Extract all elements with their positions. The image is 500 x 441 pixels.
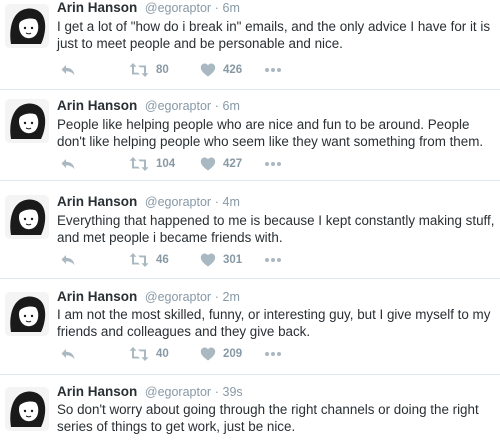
reply-icon bbox=[60, 62, 76, 78]
heart-icon bbox=[200, 62, 216, 78]
reply-button[interactable] bbox=[60, 252, 76, 268]
retweet-button[interactable]: 46 bbox=[129, 252, 169, 268]
tweet[interactable]: Arin Hanson @egoraptor · 6m People like … bbox=[0, 90, 500, 181]
user-name[interactable]: Arin Hanson bbox=[57, 98, 137, 113]
tweet-text: I get a lot of "how do i break in" email… bbox=[57, 19, 491, 51]
more-button[interactable] bbox=[264, 252, 282, 268]
timestamp[interactable]: 4m bbox=[223, 195, 240, 209]
avatar[interactable] bbox=[5, 4, 49, 48]
separator: · bbox=[214, 1, 219, 15]
more-button[interactable] bbox=[264, 346, 282, 362]
tweet-actions: 104 427 bbox=[57, 156, 497, 172]
tweet-header: Arin Hanson @egoraptor · 6m bbox=[57, 0, 240, 16]
tweet[interactable]: Arin Hanson @egoraptor · 39s So don't wo… bbox=[0, 375, 500, 441]
like-button[interactable]: 427 bbox=[200, 156, 242, 172]
avatar[interactable] bbox=[5, 99, 49, 143]
reply-button[interactable] bbox=[60, 346, 76, 362]
tweet-actions: 46 301 bbox=[57, 252, 497, 268]
reply-button[interactable] bbox=[60, 62, 76, 78]
tweet[interactable]: Arin Hanson @egoraptor · 4m Everything t… bbox=[0, 181, 500, 279]
like-count: 427 bbox=[223, 158, 243, 170]
tweet-actions: 40 209 bbox=[57, 346, 497, 362]
tweet-header: Arin Hanson @egoraptor · 39s bbox=[57, 384, 243, 400]
avatar[interactable] bbox=[5, 195, 49, 239]
retweet-icon bbox=[129, 252, 149, 268]
heart-icon bbox=[200, 252, 216, 268]
retweet-icon bbox=[129, 156, 149, 172]
user-name[interactable]: Arin Hanson bbox=[57, 289, 137, 304]
tweet-text: So don't worry about going through the r… bbox=[57, 402, 479, 434]
reply-icon bbox=[60, 252, 76, 268]
timeline: Arin Hanson @egoraptor · 6m I get a lot … bbox=[0, 0, 500, 441]
tweet-text: People like helping people who are nice … bbox=[57, 117, 484, 149]
avatar[interactable] bbox=[5, 292, 49, 336]
user-handle[interactable]: @egoraptor bbox=[145, 1, 211, 15]
avatar[interactable] bbox=[5, 387, 49, 431]
user-handle[interactable]: @egoraptor bbox=[145, 99, 211, 113]
heart-icon bbox=[200, 346, 216, 362]
user-name[interactable]: Arin Hanson bbox=[57, 194, 137, 209]
separator: · bbox=[214, 195, 219, 209]
like-button[interactable]: 426 bbox=[200, 62, 242, 78]
tweet[interactable]: Arin Hanson @egoraptor · 2m I am not the… bbox=[0, 279, 500, 375]
user-handle[interactable]: @egoraptor bbox=[145, 290, 211, 304]
like-count: 209 bbox=[223, 348, 243, 360]
more-icon bbox=[264, 351, 282, 357]
retweet-count: 104 bbox=[156, 158, 176, 170]
tweet-text: I am not the most skilled, funny, or int… bbox=[57, 307, 491, 339]
like-button[interactable]: 301 bbox=[200, 252, 242, 268]
tweet-header: Arin Hanson @egoraptor · 2m bbox=[57, 289, 240, 305]
like-count: 426 bbox=[223, 64, 243, 76]
retweet-icon bbox=[129, 346, 149, 362]
timestamp[interactable]: 39s bbox=[223, 385, 243, 399]
separator: · bbox=[214, 99, 219, 113]
like-button[interactable]: 209 bbox=[200, 346, 242, 362]
user-handle[interactable]: @egoraptor bbox=[145, 385, 211, 399]
retweet-button[interactable]: 40 bbox=[129, 346, 169, 362]
retweet-button[interactable]: 80 bbox=[129, 62, 169, 78]
separator: · bbox=[214, 290, 219, 304]
retweet-button[interactable]: 104 bbox=[129, 156, 175, 172]
more-button[interactable] bbox=[264, 62, 282, 78]
retweet-count: 46 bbox=[156, 254, 169, 266]
timestamp[interactable]: 6m bbox=[223, 99, 240, 113]
tweet-header: Arin Hanson @egoraptor · 6m bbox=[57, 98, 240, 114]
more-button[interactable] bbox=[264, 156, 282, 172]
more-icon bbox=[264, 257, 282, 263]
retweet-count: 40 bbox=[156, 348, 169, 360]
reply-button[interactable] bbox=[60, 156, 76, 172]
tweet[interactable]: Arin Hanson @egoraptor · 6m I get a lot … bbox=[0, 0, 500, 90]
more-icon bbox=[264, 67, 282, 73]
reply-icon bbox=[60, 346, 76, 362]
heart-icon bbox=[200, 156, 216, 172]
more-icon bbox=[264, 161, 282, 167]
tweet-header: Arin Hanson @egoraptor · 4m bbox=[57, 194, 240, 210]
retweet-icon bbox=[129, 62, 149, 78]
tweet-actions: 80 426 bbox=[57, 62, 497, 78]
user-handle[interactable]: @egoraptor bbox=[145, 195, 211, 209]
timestamp[interactable]: 2m bbox=[223, 290, 240, 304]
user-name[interactable]: Arin Hanson bbox=[57, 0, 137, 15]
tweet-text: Everything that happened to me is becaus… bbox=[57, 213, 495, 245]
like-count: 301 bbox=[223, 254, 243, 266]
timestamp[interactable]: 6m bbox=[223, 1, 240, 15]
retweet-count: 80 bbox=[156, 64, 169, 76]
separator: · bbox=[214, 385, 219, 399]
reply-icon bbox=[60, 156, 76, 172]
user-name[interactable]: Arin Hanson bbox=[57, 384, 137, 399]
